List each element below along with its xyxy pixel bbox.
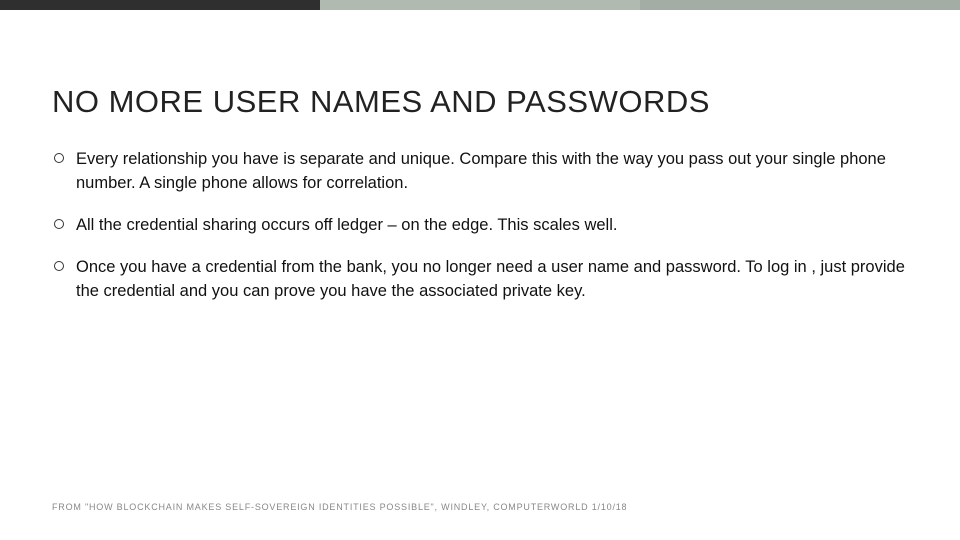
accent-bar-2 xyxy=(320,0,640,10)
list-item: Once you have a credential from the bank… xyxy=(52,256,908,304)
list-item: All the credential sharing occurs off le… xyxy=(52,214,908,238)
footer-citation: FROM "HOW BLOCKCHAIN MAKES SELF-SOVEREIG… xyxy=(52,502,627,512)
slide-content: NO MORE USER NAMES AND PASSWORDS Every r… xyxy=(0,10,960,304)
bullet-list: Every relationship you have is separate … xyxy=(52,148,908,304)
list-item: Every relationship you have is separate … xyxy=(52,148,908,196)
accent-bar-3 xyxy=(640,0,960,10)
slide-title: NO MORE USER NAMES AND PASSWORDS xyxy=(52,84,908,120)
accent-bar-1 xyxy=(0,0,320,10)
accent-bar-row xyxy=(0,0,960,10)
